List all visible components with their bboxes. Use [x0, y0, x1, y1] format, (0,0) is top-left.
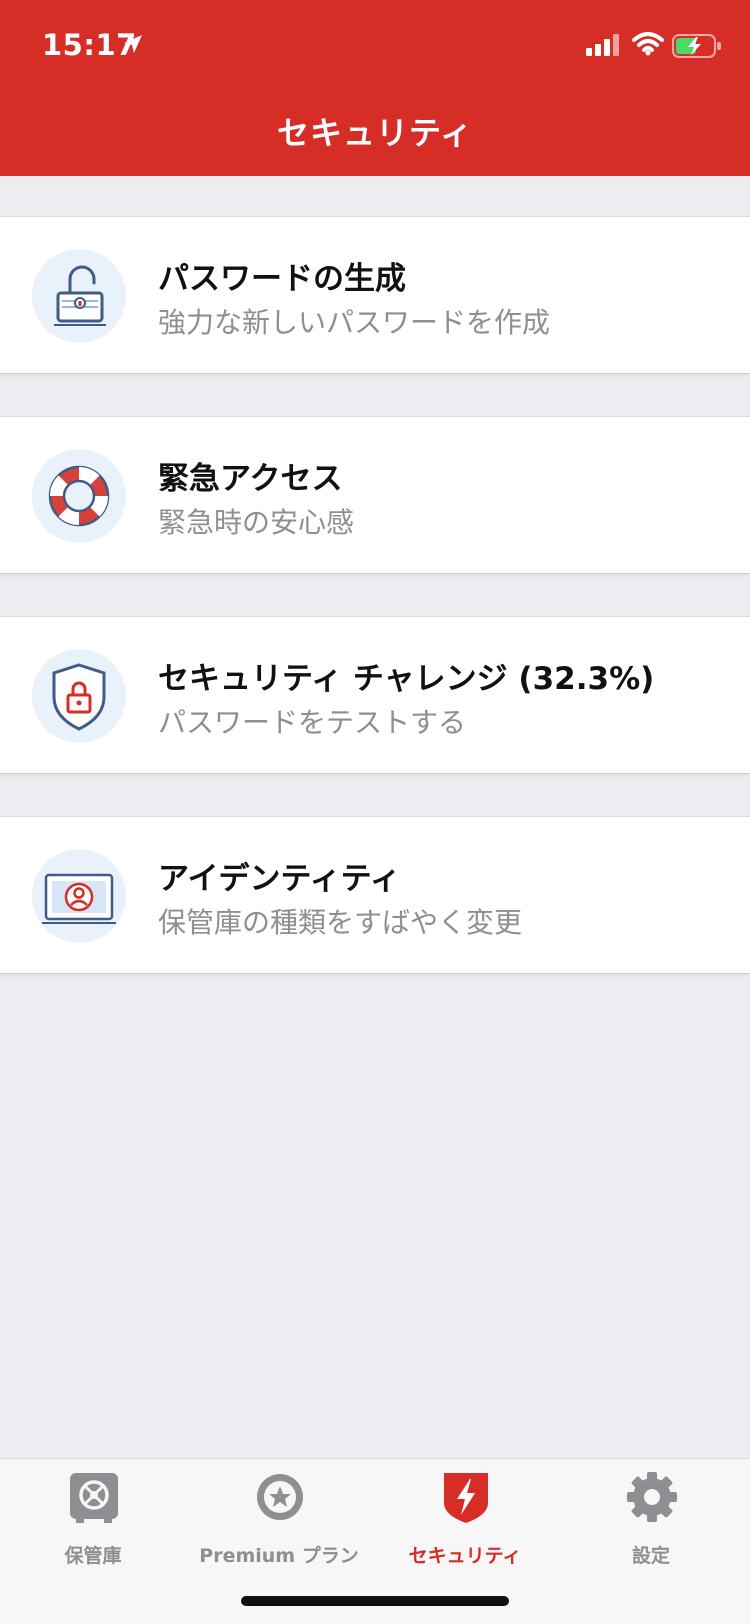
identity-card-icon — [32, 849, 126, 943]
app-header: 15:17 セキュリティ — [0, 0, 750, 176]
page-title: セキュリティ — [276, 114, 474, 152]
security-challenge-item[interactable]: セキュリティ チャレンジ (32.3%) パスワードをテストする — [0, 616, 750, 774]
wifi-icon — [632, 32, 664, 56]
star-icon — [257, 1474, 303, 1520]
status-bar: 15:17 — [0, 0, 750, 90]
cellular-signal-icon — [586, 34, 619, 56]
gear-icon — [627, 1472, 677, 1522]
lifebuoy-icon — [32, 449, 126, 543]
item-title: パスワードの生成 — [158, 261, 406, 297]
tab-label: Premium プラン — [199, 1545, 359, 1567]
password-generator-item[interactable]: パスワードの生成 強力な新しいパスワードを作成 — [0, 216, 750, 374]
tab-security[interactable]: セキュリティ — [372, 1471, 558, 1571]
item-title: 緊急アクセス — [158, 461, 343, 497]
home-indicator — [241, 1596, 509, 1606]
shield-lock-icon — [32, 649, 126, 743]
tab-vault[interactable]: 保管庫 — [0, 1471, 186, 1571]
tab-label: 保管庫 — [64, 1545, 122, 1567]
item-subtitle: 保管庫の種類をすばやく変更 — [158, 906, 523, 939]
vault-icon — [70, 1473, 118, 1523]
emergency-access-item[interactable]: 緊急アクセス 緊急時の安心感 — [0, 416, 750, 574]
padlock-icon — [32, 249, 126, 343]
location-arrow-icon — [124, 35, 142, 53]
tab-settings[interactable]: 設定 — [558, 1471, 744, 1571]
tab-label: セキュリティ — [408, 1545, 522, 1567]
item-subtitle: 強力な新しいパスワードを作成 — [158, 306, 551, 339]
tab-premium[interactable]: Premium プラン — [186, 1471, 372, 1571]
item-subtitle: 緊急時の安心感 — [158, 506, 355, 539]
tab-label: 設定 — [631, 1545, 670, 1567]
item-title: アイデンティティ — [158, 861, 401, 897]
item-subtitle: パスワードをテストする — [158, 706, 467, 739]
security-bolt-icon — [444, 1473, 488, 1523]
item-title: セキュリティ チャレンジ (32.3%) — [158, 661, 655, 697]
identity-item[interactable]: アイデンティティ 保管庫の種類をすばやく変更 — [0, 816, 750, 974]
battery-charging-icon — [672, 34, 721, 58]
